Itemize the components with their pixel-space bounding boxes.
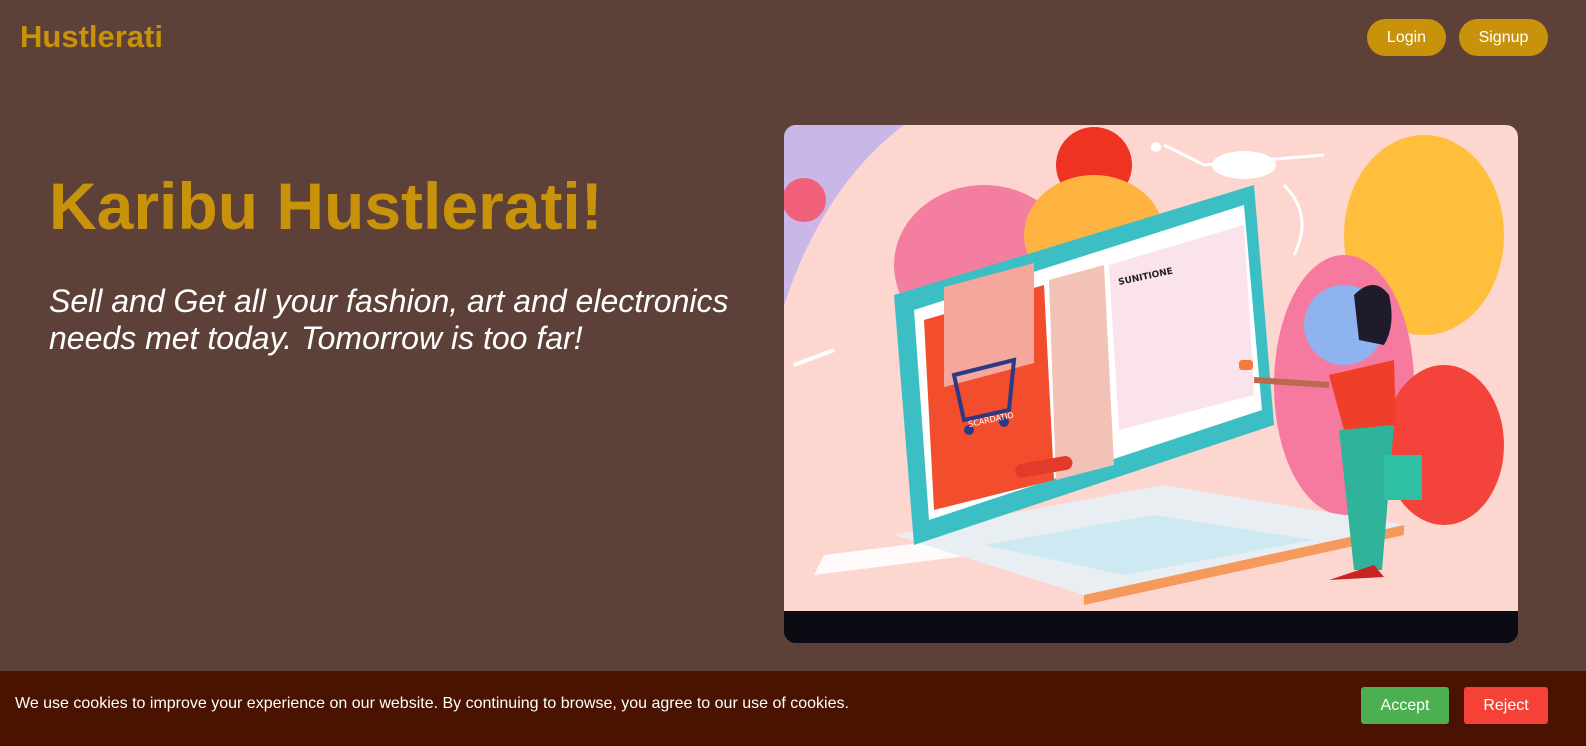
hero-title: Karibu Hustlerati! xyxy=(49,169,603,243)
accept-cookies-button[interactable]: Accept xyxy=(1361,687,1449,724)
signup-button[interactable]: Signup xyxy=(1459,19,1548,56)
hero-tagline: Sell and Get all your fashion, art and e… xyxy=(49,283,729,356)
reject-cookies-button[interactable]: Reject xyxy=(1464,687,1548,724)
hero-illustration: SCARDATIO SUNITIONE xyxy=(784,125,1518,643)
cookie-message: We use cookies to improve your experienc… xyxy=(15,695,849,712)
login-button[interactable]: Login xyxy=(1367,19,1446,56)
brand-logo[interactable]: Hustlerati xyxy=(20,19,163,55)
